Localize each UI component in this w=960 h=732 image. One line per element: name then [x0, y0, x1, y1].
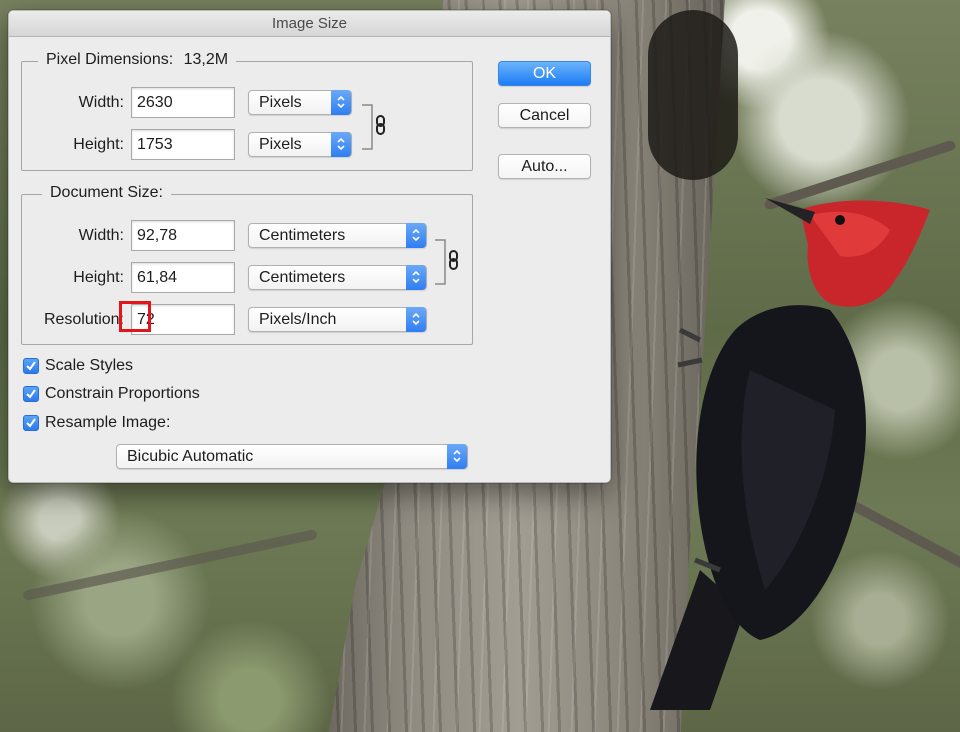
- resample-method-label: Bicubic Automatic: [127, 448, 254, 465]
- pixel-dimensions-group: Pixel Dimensions: 13,2M Width: Pixels He…: [21, 51, 473, 171]
- pixel-dimensions-label: Pixel Dimensions:: [46, 51, 174, 68]
- doc-height-unit-popup[interactable]: Centimeters: [248, 265, 427, 290]
- pixel-height-unit-popup[interactable]: Pixels: [248, 132, 352, 157]
- link-chain-icon[interactable]: [360, 104, 392, 150]
- doc-height-unit-label: Centimeters: [259, 269, 346, 286]
- pixel-width-unit-label: Pixels: [259, 94, 302, 111]
- doc-width-input[interactable]: [131, 220, 235, 251]
- scale-styles-checkbox[interactable]: [23, 358, 39, 374]
- doc-width-unit-popup[interactable]: Centimeters: [248, 223, 427, 248]
- popup-stepper-icon: [406, 265, 426, 290]
- scale-styles-label[interactable]: Scale Styles: [45, 357, 133, 375]
- woodpecker-image: [650, 198, 930, 710]
- resolution-unit-popup[interactable]: Pixels/Inch: [248, 307, 427, 332]
- resolution-label: Resolution:: [43, 311, 124, 328]
- pixel-dimensions-title: Pixel Dimensions: 13,2M: [38, 51, 237, 69]
- doc-height-label: Height:: [73, 269, 124, 286]
- checkmark-icon: [26, 389, 36, 399]
- pixel-width-label: Width:: [78, 94, 124, 111]
- pixel-height-unit-label: Pixels: [259, 136, 302, 153]
- resample-image-checkbox[interactable]: [23, 415, 39, 431]
- resample-method-popup[interactable]: Bicubic Automatic: [116, 444, 468, 469]
- auto-button[interactable]: Auto...: [498, 154, 591, 179]
- resample-image-label[interactable]: Resample Image:: [45, 414, 170, 432]
- doc-height-input[interactable]: [131, 262, 235, 293]
- ok-button[interactable]: OK: [498, 61, 591, 86]
- popup-stepper-icon: [406, 223, 426, 248]
- trunk-cavity: [648, 10, 738, 180]
- constrain-proportions-label[interactable]: Constrain Proportions: [45, 385, 200, 403]
- pixel-height-input[interactable]: [131, 129, 235, 160]
- pixel-height-label: Height:: [73, 136, 124, 153]
- cancel-button[interactable]: Cancel: [498, 103, 591, 128]
- pixel-width-unit-popup[interactable]: Pixels: [248, 90, 352, 115]
- checkmark-icon: [26, 418, 36, 428]
- highlight-box: [119, 301, 151, 332]
- doc-width-unit-label: Centimeters: [259, 227, 346, 244]
- pixel-dimensions-size: 13,2M: [183, 51, 229, 68]
- link-chain-icon[interactable]: [433, 239, 465, 285]
- document-size-title: Document Size:: [42, 184, 171, 202]
- popup-stepper-icon: [331, 90, 351, 115]
- image-size-dialog: Image Size Pixel Dimensions: 13,2M Width…: [8, 10, 611, 483]
- constrain-proportions-checkbox[interactable]: [23, 386, 39, 402]
- document-size-group: Document Size: Width: Centimeters Height…: [21, 184, 473, 345]
- resolution-unit-label: Pixels/Inch: [259, 311, 337, 328]
- dialog-title: Image Size: [9, 11, 610, 37]
- popup-stepper-icon: [406, 307, 426, 332]
- popup-stepper-icon: [447, 444, 467, 469]
- checkmark-icon: [26, 361, 36, 371]
- popup-stepper-icon: [331, 132, 351, 157]
- pixel-width-input[interactable]: [131, 87, 235, 118]
- doc-width-label: Width:: [78, 227, 124, 244]
